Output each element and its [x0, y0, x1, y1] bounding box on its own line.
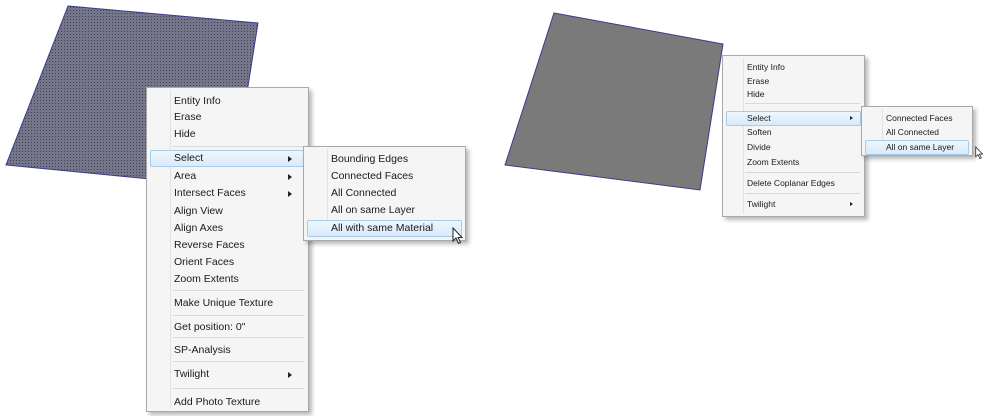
left-menu-item-area[interactable]: Area [150, 168, 305, 185]
right-menu-item-zoom-extents[interactable]: Zoom Extents [726, 155, 861, 170]
menu-item-label: All Connected [886, 127, 939, 137]
submenu-arrow-icon [288, 372, 292, 378]
menu-separator [745, 103, 860, 104]
submenu-arrow-icon [850, 116, 853, 120]
menu-item-label: Orient Faces [174, 256, 235, 268]
menu-item-label: Hide [174, 128, 196, 140]
menu-item-label: Make Unique Texture [174, 297, 274, 309]
menu-item-label: Bounding Edges [331, 153, 409, 165]
menu-item-label: Erase [174, 111, 202, 123]
left-context-menu: Entity Info Erase Hide Select Area Intersect … [146, 87, 309, 412]
left-menu-item-intersect-faces[interactable]: Intersect Faces [150, 185, 305, 202]
menu-item-label: Twilight [747, 199, 776, 209]
submenu-arrow-icon [288, 174, 292, 180]
left-menu-item-sp-analysis[interactable]: SP-Analysis [150, 342, 305, 359]
left-select-submenu: Bounding Edges Connected Faces All Connect… [303, 146, 466, 241]
right-menu-item-hide[interactable]: Hide [726, 87, 861, 102]
left-menu-item-align-axes[interactable]: Align Axes [150, 220, 305, 237]
menu-separator [173, 146, 304, 147]
menu-item-label: Twilight [174, 368, 210, 380]
right-select-submenu: Connected Faces All Connected All on same … [861, 106, 973, 156]
left-menu-item-get-position-0[interactable]: Get position: 0" [150, 319, 305, 336]
menu-item-label: Area [174, 170, 197, 182]
menu-separator [173, 315, 304, 316]
right-menu-item-soften[interactable]: Soften [726, 125, 861, 140]
right-menu-item-delete-coplanar-edges[interactable]: Delete Coplanar Edges [726, 176, 861, 191]
menu-item-label: Connected Faces [886, 113, 953, 123]
menu-item-label: Delete Coplanar Edges [747, 178, 835, 188]
right-context-menu: Entity Info Erase Hide Select Soften Divide Zo… [722, 55, 865, 217]
menu-item-label: Select [747, 113, 771, 123]
menu-item-label: All on same Layer [331, 204, 416, 216]
menu-item-label: Zoom Extents [747, 157, 800, 167]
menu-item-label: Soften [747, 127, 772, 137]
right-submenu-item-all-connected[interactable]: All Connected [865, 125, 969, 140]
right-submenu-item-all-on-same-layer[interactable]: All on same Layer [865, 140, 969, 155]
left-menu-item-twilight[interactable]: Twilight [150, 366, 305, 383]
menu-item-label: All Connected [331, 187, 397, 199]
menu-item-label: Intersect Faces [174, 187, 246, 199]
submenu-arrow-icon [850, 202, 853, 206]
menu-separator [173, 337, 304, 338]
right-menu-item-twilight[interactable]: Twilight [726, 197, 861, 212]
mouse-cursor-icon [452, 227, 464, 245]
menu-item-label: All on same Layer [886, 142, 955, 152]
menu-item-label: Align Axes [174, 222, 224, 234]
left-submenu-item-connected-faces[interactable]: Connected Faces [307, 168, 462, 185]
left-menu-item-entity-info[interactable]: Entity Info [150, 93, 305, 110]
menu-item-label: Entity Info [174, 95, 221, 107]
right-menu-item-divide[interactable]: Divide [726, 140, 861, 155]
menu-item-label: Align View [174, 205, 223, 217]
menu-separator [745, 172, 860, 173]
left-submenu-item-bounding-edges[interactable]: Bounding Edges [307, 151, 462, 168]
left-menu-item-select[interactable]: Select [150, 150, 305, 167]
menu-item-label: Divide [747, 142, 771, 152]
menu-item-label: Connected Faces [331, 170, 414, 182]
menu-item-label: Select [174, 152, 204, 164]
menu-item-label: Get position: 0" [174, 321, 246, 333]
left-submenu-item-all-connected[interactable]: All Connected [307, 185, 462, 202]
left-menu-item-make-unique-texture[interactable]: Make Unique Texture [150, 295, 305, 312]
left-menu-item-align-view[interactable]: Align View [150, 203, 305, 220]
left-menu-item-add-photo-texture[interactable]: Add Photo Texture [150, 394, 305, 411]
menu-item-label: SP-Analysis [174, 344, 231, 356]
menu-item-label: All with same Material [331, 222, 434, 234]
right-menu-item-entity-info[interactable]: Entity Info [726, 60, 861, 75]
menu-separator [173, 361, 304, 362]
submenu-arrow-icon [288, 191, 292, 197]
menu-item-label: Hide [747, 89, 765, 99]
left-submenu-item-all-on-same-layer[interactable]: All on same Layer [307, 202, 462, 219]
right-menu-item-select[interactable]: Select [726, 111, 861, 126]
left-submenu-item-all-with-same-material[interactable]: All with same Material [307, 220, 462, 237]
menu-item-label: Entity Info [747, 62, 785, 72]
left-menu-item-erase[interactable]: Erase [150, 109, 305, 126]
left-menu-item-zoom-extents[interactable]: Zoom Extents [150, 271, 305, 288]
menu-item-label: Zoom Extents [174, 273, 239, 285]
mouse-cursor-icon [975, 146, 983, 160]
menu-item-label: Reverse Faces [174, 239, 245, 251]
submenu-arrow-icon [288, 156, 292, 162]
left-menu-item-hide[interactable]: Hide [150, 126, 305, 143]
menu-separator [173, 290, 304, 291]
menu-separator [745, 193, 860, 194]
menu-item-label: Erase [747, 76, 770, 86]
menu-item-label: Add Photo Texture [174, 396, 261, 408]
menu-separator [173, 388, 304, 389]
right-submenu-item-connected-faces[interactable]: Connected Faces [865, 111, 969, 126]
left-menu-item-reverse-faces[interactable]: Reverse Faces [150, 237, 305, 254]
left-menu-item-orient-faces[interactable]: Orient Faces [150, 254, 305, 271]
